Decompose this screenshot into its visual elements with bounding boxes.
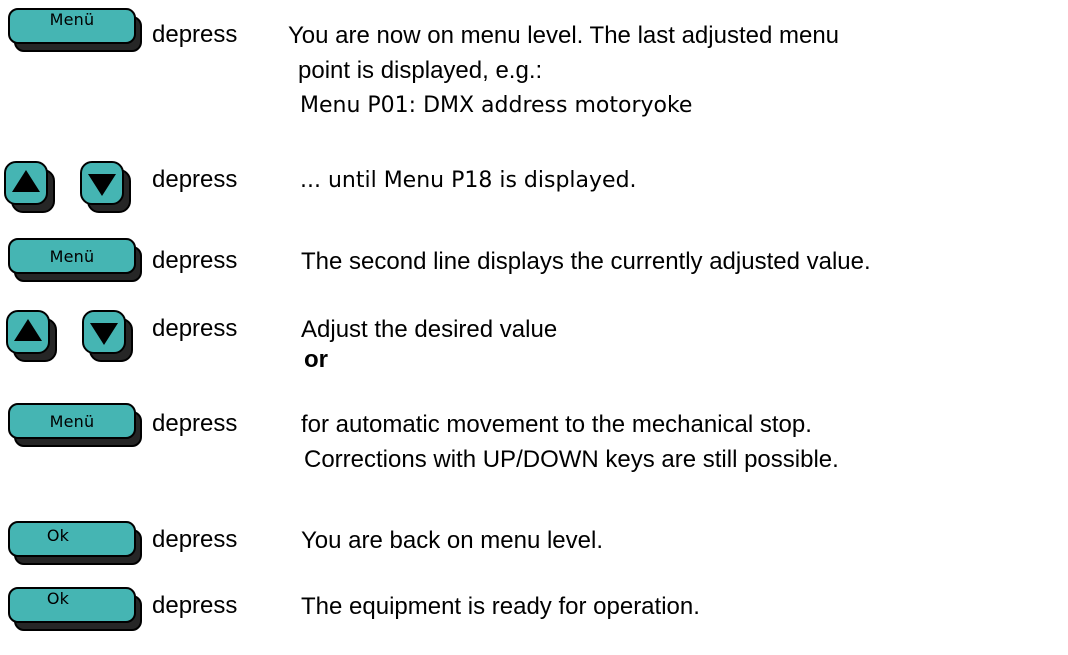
step-7-verb: depress <box>152 592 238 619</box>
ok-key[interactable]: Ok <box>8 587 142 631</box>
key-face[interactable]: Menü <box>8 8 136 44</box>
key-face[interactable]: Menü <box>8 238 136 274</box>
ok-key[interactable]: Ok <box>8 521 142 565</box>
step-6-line-1: You are back on menu level. <box>301 527 603 554</box>
menu-key-label: Menü <box>49 246 95 266</box>
step-4-line-2: or <box>304 346 328 373</box>
step-2-line-1: ... until Menu P18 is displayed. <box>300 168 637 193</box>
down-triangle-icon <box>88 174 116 196</box>
key-face[interactable] <box>82 310 126 354</box>
ok-key-label: Ok <box>46 588 70 608</box>
down-key[interactable] <box>80 161 132 213</box>
step-5-verb: depress <box>152 410 238 437</box>
down-key[interactable] <box>82 310 134 362</box>
up-key[interactable] <box>4 161 56 213</box>
up-key[interactable] <box>6 310 58 362</box>
step-5-line-2: Corrections with UP/DOWN keys are still … <box>304 446 839 473</box>
menu-key[interactable]: Menü <box>8 403 142 447</box>
step-4-line-1: Adjust the desired value <box>301 316 558 343</box>
up-triangle-icon <box>12 170 40 192</box>
key-face[interactable] <box>6 310 50 354</box>
step-1-line-3: Menu P01: DMX address motoryoke <box>300 93 693 118</box>
menu-key-label: Menü <box>49 9 95 29</box>
menu-key[interactable]: Menü <box>8 238 142 282</box>
key-face[interactable] <box>80 161 124 205</box>
ok-key-label: Ok <box>46 525 70 545</box>
down-triangle-icon <box>90 323 118 345</box>
key-face[interactable] <box>4 161 48 205</box>
step-1-verb: depress <box>152 21 238 48</box>
step-7-line-1: The equipment is ready for operation. <box>301 593 700 620</box>
step-4-verb: depress <box>152 315 238 342</box>
up-triangle-icon <box>14 319 42 341</box>
menu-key[interactable]: Menü <box>8 8 142 52</box>
key-face[interactable]: Ok <box>8 587 136 623</box>
menu-key-label: Menü <box>49 411 95 431</box>
key-face[interactable]: Menü <box>8 403 136 439</box>
step-1-line-2: point is displayed, e.g.: <box>298 57 543 84</box>
step-5-line-1: for automatic movement to the mechanical… <box>301 411 812 438</box>
step-3-verb: depress <box>152 247 238 274</box>
key-face[interactable]: Ok <box>8 521 136 557</box>
step-2-verb: depress <box>152 166 238 193</box>
step-6-verb: depress <box>152 526 238 553</box>
step-3-line-1: The second line displays the currently a… <box>301 248 871 275</box>
step-1-line-1: You are now on menu level. The last adju… <box>288 22 840 49</box>
